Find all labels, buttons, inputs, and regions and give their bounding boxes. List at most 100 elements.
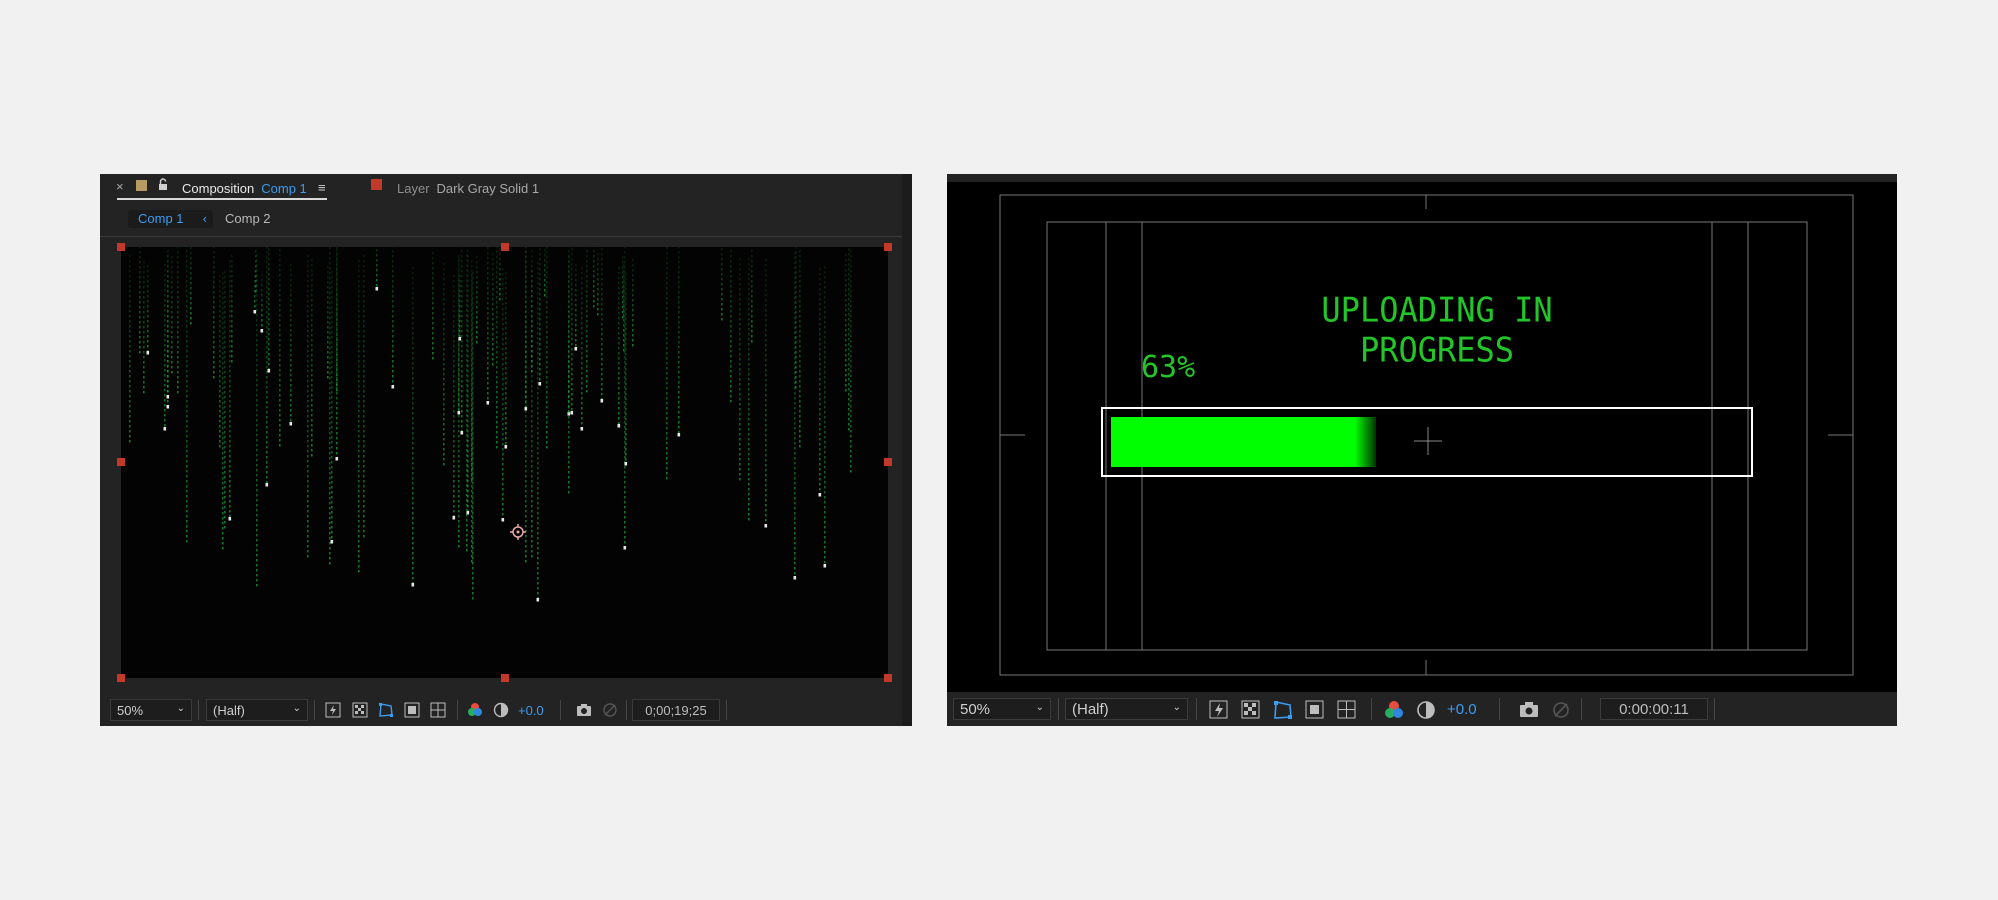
chevron-down-icon: ⌄ [176, 703, 185, 714]
rain-streak [536, 262, 540, 602]
rain-streak [171, 256, 173, 374]
close-tab-icon[interactable]: × [116, 179, 124, 194]
rain-streak [666, 247, 668, 480]
camera-icon[interactable] [1519, 701, 1539, 718]
checkerboard-icon[interactable] [352, 702, 368, 718]
transform-handle-top[interactable] [501, 243, 509, 251]
rain-streak [597, 253, 599, 316]
rain-streak [231, 255, 233, 363]
rain-streak [593, 247, 595, 308]
layer-color-swatch-icon [371, 179, 382, 190]
toolbar-divider [1196, 698, 1197, 720]
rain-streak [166, 250, 170, 399]
grid-icon[interactable] [1337, 700, 1359, 722]
breadcrumb-divider [100, 236, 902, 237]
rain-streak [129, 255, 131, 443]
chevron-down-icon: ⌄ [1172, 702, 1181, 713]
rain-streak [751, 250, 753, 343]
rain-streak [492, 253, 494, 366]
rain-streak [329, 247, 331, 565]
rain-streak [568, 256, 570, 494]
lock-icon[interactable] [157, 178, 169, 191]
tab-layer-label: Layer [397, 180, 430, 196]
rain-streak [504, 272, 508, 449]
rain-streak [496, 247, 498, 449]
rain-streak [460, 247, 464, 435]
toolbar-divider [198, 700, 199, 720]
rain-streak [476, 256, 478, 344]
comp-color-swatch-icon [136, 180, 147, 191]
chevron-down-icon: ⌄ [1035, 702, 1044, 713]
rain-streak [260, 274, 264, 333]
checkerboard-icon[interactable] [1241, 700, 1261, 720]
rain-streak [574, 264, 578, 351]
snapshot-icon[interactable] [602, 702, 618, 718]
resolution-select[interactable]: (Half) ⌄ [1065, 698, 1188, 720]
toolbar-divider [726, 700, 727, 720]
rain-streak [267, 248, 271, 373]
transform-handle-bottom[interactable] [501, 674, 509, 682]
transform-handle-bottom-right[interactable] [884, 674, 892, 682]
zoom-select[interactable]: 50% ⌄ [953, 698, 1051, 720]
chevron-down-icon: ⌄ [292, 703, 301, 714]
rain-streak [265, 247, 269, 487]
rain-streak [748, 258, 750, 521]
progress-bar-fill [1111, 417, 1376, 467]
toolbar-divider [314, 700, 315, 720]
transform-handle-bottom-left[interactable] [117, 674, 125, 682]
color-channels-icon[interactable] [467, 702, 483, 718]
timecode-value: 0:00:00:11 [1619, 700, 1689, 718]
tab-layer-name: Dark Gray Solid 1 [436, 180, 540, 196]
exposure-icon[interactable] [493, 702, 509, 718]
active-tab-underline [117, 198, 327, 200]
rain-streak [632, 259, 634, 347]
composition-canvas[interactable] [121, 247, 888, 678]
region-icon[interactable] [1305, 700, 1325, 720]
rain-streak [146, 265, 150, 355]
transform-handle-right[interactable] [884, 458, 892, 466]
lightning-icon[interactable] [325, 702, 341, 718]
panel-menu-icon[interactable]: ≡ [318, 180, 326, 195]
transform-handle-top-left[interactable] [117, 243, 125, 251]
rain-streak [279, 249, 281, 447]
mask-icon[interactable] [378, 702, 394, 718]
exposure-icon[interactable] [1416, 700, 1436, 720]
anchor-point-icon[interactable] [510, 524, 526, 540]
rain-streak [330, 271, 334, 544]
color-channels-icon[interactable] [1384, 700, 1404, 720]
rain-streak [432, 252, 434, 360]
timecode-display[interactable]: 0;00;19;25 [632, 699, 720, 721]
breadcrumb-comp-1[interactable]: Comp 1 ‹ [128, 210, 213, 228]
rain-streak [739, 258, 741, 481]
rain-streak [764, 259, 768, 528]
rain-streak [213, 247, 215, 379]
crosshair-icon [1414, 427, 1442, 455]
timecode-display[interactable]: 0:00:00:11 [1600, 698, 1708, 720]
upload-percent: 63% [1141, 350, 1196, 385]
camera-icon[interactable] [576, 703, 592, 717]
right-composition-panel: UPLOADING IN PROGRESS 63% 50% ⌄ (Half) ⌄ [947, 174, 1897, 726]
exposure-value[interactable]: +0.0 [518, 703, 544, 718]
rain-streak [546, 247, 548, 449]
rain-streak [186, 247, 188, 543]
zoom-select[interactable]: 50% ⌄ [110, 699, 192, 721]
rain-streak [848, 248, 850, 431]
rain-streak [501, 268, 505, 522]
grid-icon[interactable] [430, 702, 448, 720]
snapshot-icon[interactable] [1551, 700, 1571, 720]
toolbar-divider [626, 700, 627, 720]
transform-handle-left[interactable] [117, 458, 125, 466]
lightning-icon[interactable] [1209, 700, 1229, 720]
toolbar-divider [1714, 698, 1715, 720]
tab-layer[interactable]: Layer Dark Gray Solid 1 [397, 174, 539, 202]
exposure-value[interactable]: +0.0 [1447, 701, 1477, 718]
breadcrumb-comp-2[interactable]: Comp 2 [225, 211, 271, 226]
rain-streak [358, 260, 360, 573]
rain-streak [190, 247, 192, 325]
mask-icon[interactable] [1273, 700, 1293, 720]
resolution-select[interactable]: (Half) ⌄ [206, 699, 308, 721]
rain-streak [544, 249, 546, 297]
region-icon[interactable] [404, 702, 420, 718]
transform-handle-top-right[interactable] [884, 243, 892, 251]
resolution-value: (Half) [213, 702, 245, 718]
